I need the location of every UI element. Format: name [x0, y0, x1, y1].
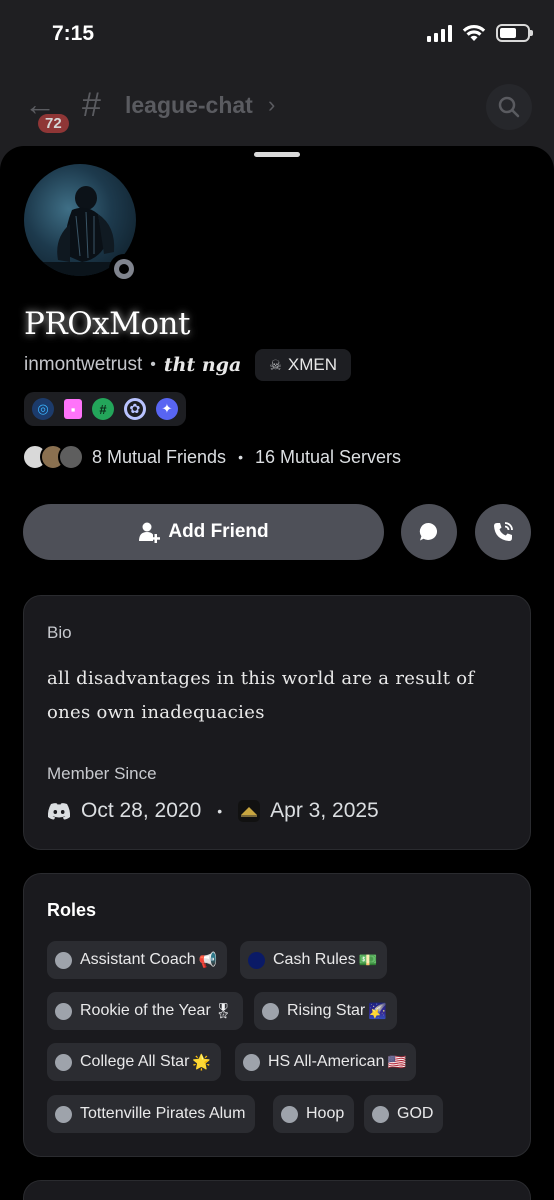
channel-header: ← 72 # league-chat › [0, 78, 554, 136]
status-bar: 7:15 [0, 0, 554, 70]
role-chip[interactable]: Tottenville Pirates Alum [47, 1095, 256, 1133]
username-row: inmontwetrust • tht nga ☠ XMEN [24, 348, 351, 382]
role-name: HS All-American [268, 1053, 385, 1070]
profile-sheet: PROxMont inmontwetrust • tht nga ☠ XMEN … [0, 146, 554, 1200]
channel-name[interactable]: league-chat [125, 92, 253, 119]
skull-icon: ☠ [269, 356, 282, 373]
role-name: Hoop [306, 1105, 345, 1122]
offline-status-icon [109, 254, 139, 284]
chat-bubble-icon [419, 522, 438, 541]
role-chip[interactable]: Hoop [273, 1095, 355, 1133]
mutual-friends-count[interactable]: 8 Mutual Friends [92, 447, 226, 468]
mutual-friend-avatar [58, 444, 84, 470]
add-friend-label: Add Friend [168, 521, 269, 542]
battery-icon [496, 24, 533, 42]
clan-tag[interactable]: ☠ XMEN [255, 349, 351, 381]
add-friend-icon [139, 522, 161, 543]
role-color-dot [55, 1105, 72, 1123]
role-chip[interactable]: Assistant Coach 📢 [47, 941, 228, 979]
role-name: Rookie of the Year [80, 1002, 211, 1019]
role-emoji: 🇺🇸 [387, 1054, 407, 1071]
mutuals-row[interactable]: 8 Mutual Friends • 16 Mutual Servers [22, 442, 401, 472]
search-button[interactable] [486, 84, 532, 130]
status-icons [427, 24, 533, 42]
role-emoji: 🌠 [368, 1003, 387, 1020]
role-color-dot [55, 1053, 72, 1071]
role-emoji: 📢 [198, 952, 218, 969]
message-button[interactable] [401, 504, 457, 560]
server-icon [238, 800, 261, 822]
roles-card: Roles Assistant Coach 📢 Cash Rules 💵 Rookie … [23, 873, 531, 1157]
role-emoji: 🎖 [213, 1003, 233, 1020]
hash-icon: # [82, 86, 101, 124]
role-chip[interactable]: Rising Star 🌠 [254, 992, 397, 1030]
next-card [23, 1180, 531, 1200]
server-member-since-date: Apr 3, 2025 [270, 799, 379, 822]
role-chip[interactable]: GOD [364, 1095, 444, 1133]
role-chip[interactable]: Rookie of the Year 🎖 [47, 992, 243, 1030]
role-name: Tottenville Pirates Alum [80, 1105, 246, 1122]
server-booster-badge-icon[interactable]: ✿ [124, 398, 146, 420]
badge-list: ◎ ▪ # ✿ ✦ [24, 392, 186, 426]
member-since-title: Member Since [47, 764, 157, 783]
hypesquad-badge-icon[interactable]: ▪ [64, 399, 82, 419]
clan-tag-label: XMEN [287, 355, 337, 374]
role-chip[interactable]: College All Star 🌟 [47, 1043, 222, 1081]
role-emoji: 💵 [358, 952, 378, 969]
bio-text: all disadvantages in this world are a re… [47, 668, 475, 723]
status-time: 7:15 [52, 22, 95, 45]
role-name: Assistant Coach [80, 951, 196, 968]
bio-card: Bio all disadvantages in this world are … [23, 595, 531, 850]
wifi-icon [462, 24, 486, 41]
role-color-dot [243, 1053, 260, 1071]
role-chip[interactable]: Cash Rules 💵 [240, 941, 388, 979]
role-emoji: 🌟 [192, 1054, 212, 1071]
username[interactable]: inmontwetrust [24, 354, 142, 376]
separator-dot: • [217, 803, 223, 819]
role-name: GOD [397, 1105, 434, 1122]
add-friend-button[interactable]: Add Friend [23, 504, 384, 560]
battery-level [500, 28, 516, 38]
role-chip[interactable]: HS All-American 🇺🇸 [235, 1043, 417, 1081]
phone-call-icon [494, 522, 513, 541]
role-color-dot [55, 951, 72, 969]
display-name: PROxMont [24, 306, 190, 342]
search-icon [498, 96, 520, 118]
nitro-badge-icon[interactable]: ◎ [32, 398, 54, 420]
role-color-dot [281, 1105, 298, 1123]
bio-title: Bio [47, 623, 72, 642]
separator-dot: • [238, 449, 243, 465]
role-name: Rising Star [287, 1002, 366, 1019]
role-color-dot [55, 1002, 72, 1020]
profile-actions: Add Friend [23, 504, 531, 560]
role-name: Cash Rules [273, 951, 356, 968]
role-color-dot [262, 1002, 279, 1020]
discord-logo-icon [47, 803, 71, 820]
role-color-dot [372, 1105, 389, 1123]
active-developer-badge-icon[interactable]: # [92, 398, 114, 420]
role-name: College All Star [80, 1053, 190, 1070]
roles-title: Roles [47, 900, 97, 920]
separator-dot: • [150, 356, 156, 373]
mutual-servers-count[interactable]: 16 Mutual Servers [255, 447, 401, 468]
role-color-dot [248, 951, 265, 969]
cellular-signal-icon [427, 24, 452, 42]
member-since-row: Oct 28, 2020 • Apr 3, 2025 [47, 796, 379, 826]
sheet-grabber[interactable] [254, 152, 300, 157]
call-button[interactable] [475, 504, 531, 560]
pronouns: tht nga [163, 354, 242, 376]
unread-badge: 72 [38, 114, 69, 133]
discord-member-since-date: Oct 28, 2020 [81, 799, 202, 822]
quest-badge-icon[interactable]: ✦ [156, 398, 178, 420]
chevron-right-icon: › [268, 92, 276, 117]
